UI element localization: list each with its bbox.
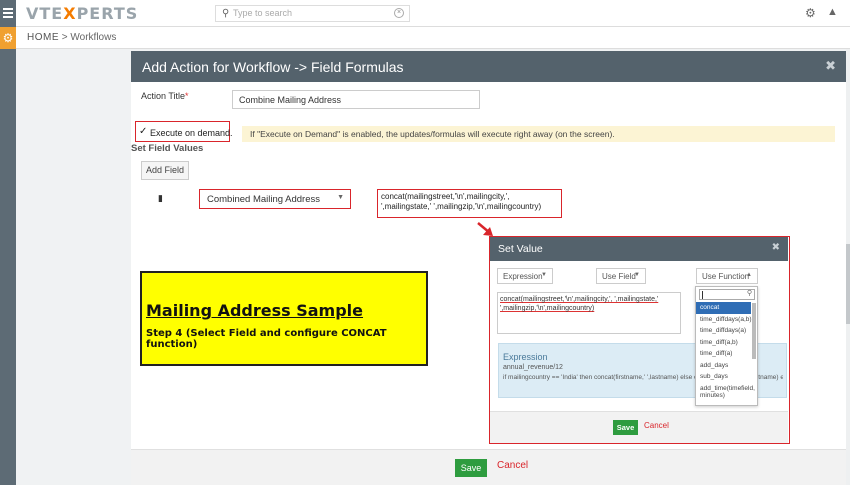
formula-textarea[interactable]: concat(mailingstreet,'\n',mailingcity,',… bbox=[377, 189, 562, 218]
help-example-1: annual_revenue/12 bbox=[503, 364, 563, 371]
action-title-label: Action Title* bbox=[141, 91, 189, 101]
breadcrumb-home[interactable]: HOME bbox=[27, 32, 59, 43]
set-value-footer: Save Cancel bbox=[490, 411, 788, 443]
search-icon: ⚲ bbox=[222, 8, 230, 19]
top-bar: VTEXPERTS ⚲ Type to search × ⚙ ▲ bbox=[0, 0, 850, 27]
expression-dropdown[interactable]: Expression ▼ bbox=[497, 268, 553, 284]
breadcrumb: HOME > Workflows bbox=[27, 32, 117, 43]
search-input[interactable]: ⚲ Type to search × bbox=[215, 5, 410, 22]
set-value-cancel-link[interactable]: Cancel bbox=[644, 421, 669, 430]
field-select[interactable]: Combined Mailing Address ▼ bbox=[199, 189, 351, 209]
help-heading: Expression bbox=[503, 352, 548, 362]
function-option[interactable]: add_time(timefield, minutes) bbox=[696, 383, 755, 401]
function-dropdown-list: ⚲ concat time_diffdays(a,b) time_diffday… bbox=[695, 286, 758, 406]
function-list-scrollbar[interactable] bbox=[752, 303, 756, 359]
use-function-dropdown[interactable]: Use Function ▲ bbox=[696, 268, 758, 284]
use-field-dropdown[interactable]: Use Field ▼ bbox=[596, 268, 646, 284]
search-placeholder: Type to search bbox=[233, 8, 293, 18]
sample-step: Step 4 (Select Field and configure CONCA… bbox=[146, 328, 387, 350]
function-option[interactable]: time_diff(a) bbox=[696, 348, 751, 360]
user-icon[interactable]: ▲ bbox=[827, 6, 838, 18]
search-icon: ⚲ bbox=[746, 290, 752, 297]
add-field-button[interactable]: Add Field bbox=[141, 161, 189, 180]
execute-info-bar: If "Execute on Demand" is enabled, the u… bbox=[242, 126, 835, 142]
chevron-down-icon: ▼ bbox=[541, 272, 547, 278]
sample-title: Mailing Address Sample bbox=[146, 301, 364, 320]
function-option[interactable]: time_diff(a,b) bbox=[696, 337, 751, 349]
set-value-header: Set Value ✖ bbox=[490, 237, 788, 261]
set-value-dialog: Set Value ✖ Expression ▼ Use Field ▼ Use F… bbox=[489, 236, 790, 444]
logo[interactable]: VTEXPERTS bbox=[26, 4, 138, 23]
page-scrollbar[interactable] bbox=[846, 49, 850, 485]
scrollbar-thumb[interactable] bbox=[846, 244, 850, 324]
modal-title: Add Action for Workflow -> Field Formula… bbox=[142, 59, 404, 75]
function-options: concat time_diffdays(a,b) time_diffdays(… bbox=[696, 302, 755, 401]
expression-textarea[interactable]: concat(mailingstreet,'\n',mailingcity,',… bbox=[497, 292, 681, 334]
function-option[interactable]: sub_days bbox=[696, 371, 751, 383]
action-title-input[interactable]: Combine Mailing Address bbox=[232, 90, 480, 109]
function-option[interactable]: time_diffdays(a,b) bbox=[696, 314, 752, 326]
add-action-modal: Add Action for Workflow -> Field Formula… bbox=[131, 51, 846, 485]
chevron-up-icon: ▲ bbox=[746, 272, 752, 278]
sample-callout: Mailing Address Sample Step 4 (Select Fi… bbox=[140, 271, 428, 366]
left-sidebar-strip bbox=[0, 49, 16, 485]
modal-header: Add Action for Workflow -> Field Formula… bbox=[131, 51, 846, 82]
execute-info-text: If "Execute on Demand" is enabled, the u… bbox=[250, 129, 615, 139]
save-button[interactable]: Save bbox=[455, 459, 487, 477]
clear-search-icon[interactable]: × bbox=[394, 8, 404, 18]
execute-on-demand-checkbox[interactable]: ✓ bbox=[139, 126, 147, 137]
function-search-input[interactable]: ⚲ bbox=[699, 289, 755, 300]
menu-icon[interactable] bbox=[0, 0, 16, 27]
close-icon[interactable]: ✖ bbox=[772, 242, 780, 253]
trash-icon[interactable]: ▮ bbox=[158, 193, 163, 204]
breadcrumb-workflows[interactable]: Workflows bbox=[70, 32, 116, 43]
function-option[interactable]: concat bbox=[696, 302, 751, 314]
chevron-down-icon: ▼ bbox=[634, 272, 640, 278]
function-option[interactable]: time_diffdays(a) bbox=[696, 325, 751, 337]
modal-footer: Save Cancel bbox=[131, 449, 846, 485]
settings-gear-icon[interactable]: ⚙ bbox=[805, 6, 816, 20]
close-icon[interactable]: ✖ bbox=[825, 58, 836, 74]
function-option[interactable]: add_days bbox=[696, 360, 751, 372]
settings-module-icon[interactable]: ⚙ bbox=[0, 27, 16, 49]
set-field-values-heading: Set Field Values bbox=[131, 143, 204, 154]
set-value-save-button[interactable]: Save bbox=[613, 420, 638, 435]
execute-on-demand-label[interactable]: Execute on demand. bbox=[150, 128, 233, 138]
cancel-link[interactable]: Cancel bbox=[497, 460, 528, 471]
breadcrumb-bar: ⚙ HOME > Workflows bbox=[0, 27, 850, 49]
chevron-down-icon: ▼ bbox=[337, 194, 344, 201]
set-value-title: Set Value bbox=[498, 243, 543, 255]
